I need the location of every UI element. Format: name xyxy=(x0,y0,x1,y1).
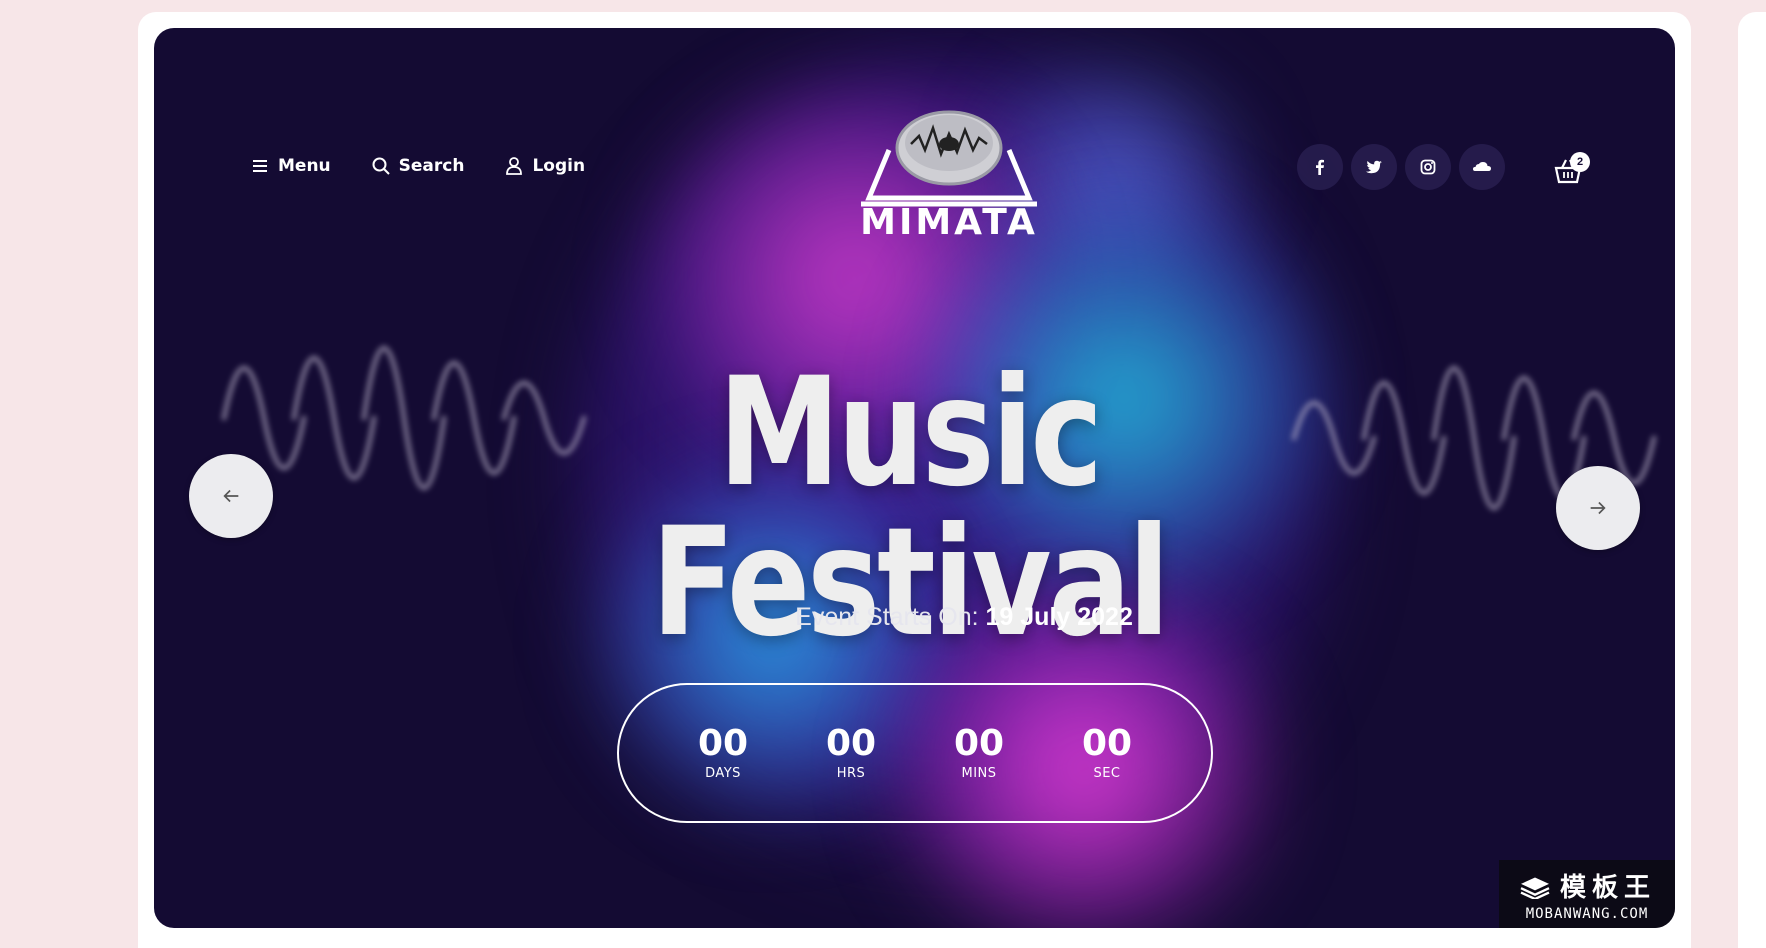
watermark-url: MOBANWANG.COM xyxy=(1525,905,1649,922)
user-icon xyxy=(506,157,523,175)
cart-button[interactable]: 2 xyxy=(1550,150,1590,190)
search-label: Search xyxy=(398,156,465,176)
countdown-secs: 00 SEC xyxy=(1057,722,1157,781)
top-nav: Menu Search Login xyxy=(250,156,585,176)
instagram-icon xyxy=(1420,159,1436,175)
hero-banner: Menu Search Login MIMATA 2 Music Festiva… xyxy=(154,28,1675,928)
mins-value: 00 xyxy=(953,722,1005,764)
search-icon xyxy=(372,157,390,175)
days-value: 00 xyxy=(697,722,749,764)
instagram-link[interactable] xyxy=(1405,144,1451,190)
days-label: DAYS xyxy=(705,765,741,781)
arrow-left-icon xyxy=(223,489,239,503)
logo-text: MIMATA xyxy=(860,202,1038,243)
login-label: Login xyxy=(532,156,586,176)
event-date: 19 July 2022 xyxy=(985,603,1133,631)
search-button[interactable]: Search xyxy=(371,156,465,176)
countdown-hours: 00 HRS xyxy=(801,722,901,781)
stacked-books-icon xyxy=(1520,877,1550,899)
login-button[interactable]: Login xyxy=(504,156,585,176)
menu-button[interactable]: Menu xyxy=(250,156,331,176)
facebook-link[interactable] xyxy=(1297,144,1343,190)
prev-slide-button[interactable] xyxy=(189,454,273,538)
facebook-icon xyxy=(1316,159,1324,175)
site-logo[interactable]: MIMATA xyxy=(849,88,1049,268)
event-prefix: Event Starts On: xyxy=(795,603,979,631)
watermark-brand: 模板王 xyxy=(1559,872,1656,903)
next-card-edge xyxy=(1738,12,1766,948)
hamburger-icon xyxy=(253,160,267,172)
cart-count-badge: 2 xyxy=(1570,152,1590,172)
soundcloud-link[interactable] xyxy=(1459,144,1505,190)
twitter-icon xyxy=(1366,160,1382,174)
social-links xyxy=(1297,144,1505,190)
turntable-logo-icon xyxy=(861,110,1037,207)
sound-wave-right xyxy=(1291,365,1657,511)
hours-value: 00 xyxy=(825,722,877,764)
twitter-link[interactable] xyxy=(1351,144,1397,190)
next-slide-button[interactable] xyxy=(1556,466,1640,550)
secs-value: 00 xyxy=(1081,722,1133,764)
watermark-top: 模板王 xyxy=(1518,867,1656,904)
countdown-days: 00 DAYS xyxy=(673,722,773,781)
countdown-timer: 00 DAYS 00 HRS 00 MINS 00 SEC xyxy=(617,683,1213,823)
menu-label: Menu xyxy=(278,156,331,176)
hours-label: HRS xyxy=(836,765,866,781)
secs-label: SEC xyxy=(1093,765,1121,781)
watermark: 模板王 MOBANWANG.COM xyxy=(1499,860,1675,928)
countdown-mins: 00 MINS xyxy=(929,722,1029,781)
arrow-right-icon xyxy=(1590,501,1606,515)
mins-label: MINS xyxy=(961,765,997,781)
event-start: Event Starts On: 19 July 2022 xyxy=(654,603,1274,632)
soundcloud-icon xyxy=(1473,162,1491,171)
